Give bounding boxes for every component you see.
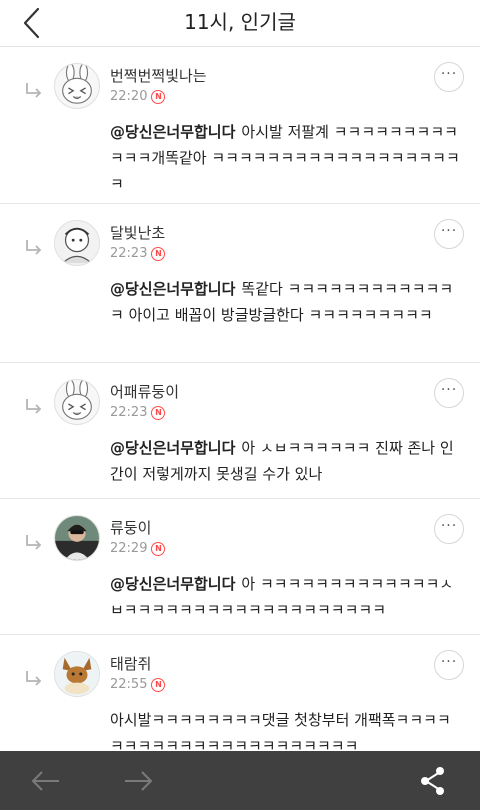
mention-link[interactable]: @당신은너무합니다 bbox=[110, 123, 235, 141]
avatar[interactable] bbox=[54, 651, 100, 697]
username[interactable]: 번쩍번쩍빛나는 bbox=[110, 65, 207, 86]
comment-body: 아시발ㅋㅋㅋㅋㅋㅋㅋㅋ댓글 첫창부터 개팩폭ㅋㅋㅋㅋㅋㅋㅋㅋㅋㅋㅋㅋㅋㅋㅋㅋㅋㅋ… bbox=[110, 711, 451, 751]
comment-text: @당신은너무합니다 똑같다 ㅋㅋㅋㅋㅋㅋㅋㅋㅋㅋㅋㅋㅋ 아이고 배꼽이 방글방글한… bbox=[110, 276, 460, 328]
bunny-avatar-icon bbox=[62, 380, 92, 420]
new-badge-icon: N bbox=[151, 678, 166, 692]
more-options-button[interactable]: ··· bbox=[434, 514, 464, 544]
comment-text: @당신은너무합니다 아 ㅅㅂㅋㅋㅋㅋㅋㅋ 진짜 존나 인간이 저렇게까지 못생길 … bbox=[110, 435, 460, 487]
more-options-button[interactable]: ··· bbox=[434, 62, 464, 92]
username[interactable]: 류둥이 bbox=[110, 517, 151, 538]
comment-item: 어패류둥이 22:23 N ··· @당신은너무합니다 아 ㅅㅂㅋㅋㅋㅋㅋㅋ 진짜 … bbox=[0, 363, 480, 499]
new-badge-icon: N bbox=[151, 90, 166, 104]
timestamp: 22:23 N bbox=[110, 246, 166, 261]
username[interactable]: 어패류둥이 bbox=[110, 381, 179, 402]
sketch-avatar-icon bbox=[55, 221, 99, 265]
forward-nav-button[interactable] bbox=[122, 769, 154, 793]
reply-arrow-icon bbox=[26, 83, 42, 98]
new-badge-icon: N bbox=[151, 406, 166, 420]
comment-list[interactable]: 번쩍번쩍빛나는 22:20 N ··· @당신은너무합니다 아시발 저팔계 ㅋㅋㅋㅋ… bbox=[0, 47, 480, 751]
header-bar: 11시, 인기글 bbox=[0, 0, 480, 47]
arrow-right-icon bbox=[125, 771, 153, 791]
time-text: 22:23 bbox=[110, 246, 148, 261]
timestamp: 22:20 N bbox=[110, 89, 166, 104]
comment-item: 류둥이 22:29 N ··· @당신은너무합니다 아 ㅋㅋㅋㅋㅋㅋㅋㅋㅋㅋㅋㅋㅋㅅ… bbox=[0, 499, 480, 635]
avatar[interactable] bbox=[54, 379, 100, 425]
timestamp: 22:55 N bbox=[110, 677, 166, 692]
more-options-button[interactable]: ··· bbox=[434, 650, 464, 680]
time-text: 22:20 bbox=[110, 89, 148, 104]
mention-link[interactable]: @당신은너무합니다 bbox=[110, 575, 235, 593]
back-nav-button[interactable] bbox=[30, 769, 62, 793]
reply-arrow-icon bbox=[26, 671, 42, 686]
page-title: 11시, 인기글 bbox=[184, 10, 296, 34]
bunny-avatar-icon bbox=[62, 64, 92, 104]
comment-text: @당신은너무합니다 아 ㅋㅋㅋㅋㅋㅋㅋㅋㅋㅋㅋㅋㅋㅅㅂㅋㅋㅋㅋㅋㅋㅋㅋㅋㅋㅋㅋㅋㅋ… bbox=[110, 571, 460, 623]
more-options-button[interactable]: ··· bbox=[434, 219, 464, 249]
avatar[interactable] bbox=[54, 63, 100, 109]
username[interactable]: 태람쥐 bbox=[110, 653, 151, 674]
comment-item: 번쩍번쩍빛나는 22:20 N ··· @당신은너무합니다 아시발 저팔계 ㅋㅋㅋㅋ… bbox=[0, 47, 480, 204]
comment-item: 달빛난초 22:23 N ··· @당신은너무합니다 똑같다 ㅋㅋㅋㅋㅋㅋㅋㅋㅋㅋㅋ… bbox=[0, 204, 480, 363]
eevee-avatar-icon bbox=[55, 652, 99, 696]
time-text: 22:55 bbox=[110, 677, 148, 692]
timestamp: 22:23 N bbox=[110, 405, 166, 420]
avatar[interactable] bbox=[54, 515, 100, 561]
new-badge-icon: N bbox=[151, 542, 166, 556]
mention-link[interactable]: @당신은너무합니다 bbox=[110, 280, 235, 298]
reply-arrow-icon bbox=[26, 240, 42, 255]
username[interactable]: 달빛난초 bbox=[110, 222, 165, 243]
avatar[interactable] bbox=[54, 220, 100, 266]
comment-text: @당신은너무합니다 아시발 저팔계 ㅋㅋㅋㅋㅋㅋㅋㅋㅋㅋㅋㅋ개똑같아 ㅋㅋㅋㅋㅋㅋ… bbox=[110, 119, 460, 197]
mention-link[interactable]: @당신은너무합니다 bbox=[110, 439, 235, 457]
bottom-toolbar bbox=[0, 751, 480, 810]
time-text: 22:29 bbox=[110, 541, 148, 556]
reply-arrow-icon bbox=[26, 399, 42, 414]
new-badge-icon: N bbox=[151, 247, 166, 261]
chevron-left-icon bbox=[23, 7, 40, 39]
share-button[interactable] bbox=[418, 765, 448, 797]
back-button[interactable] bbox=[18, 6, 50, 40]
comment-item: 태람쥐 22:55 N ··· 아시발ㅋㅋㅋㅋㅋㅋㅋㅋ댓글 첫창부터 개팩폭ㅋㅋㅋ… bbox=[0, 635, 480, 751]
share-icon bbox=[421, 767, 444, 795]
photo-avatar-icon bbox=[55, 516, 99, 560]
timestamp: 22:29 N bbox=[110, 541, 166, 556]
comment-text: 아시발ㅋㅋㅋㅋㅋㅋㅋㅋ댓글 첫창부터 개팩폭ㅋㅋㅋㅋㅋㅋㅋㅋㅋㅋㅋㅋㅋㅋㅋㅋㅋㅋ… bbox=[110, 707, 460, 751]
reply-arrow-icon bbox=[26, 535, 42, 550]
time-text: 22:23 bbox=[110, 405, 148, 420]
arrow-left-icon bbox=[31, 771, 59, 791]
more-options-button[interactable]: ··· bbox=[434, 378, 464, 408]
